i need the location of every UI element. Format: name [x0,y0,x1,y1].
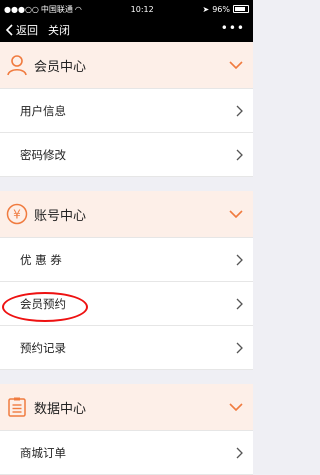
chevron-down-icon [229,210,243,218]
section-header[interactable]: 会员中心 [0,42,253,89]
list-item-password-change[interactable]: 密码修改 [0,133,253,177]
chevron-right-icon [236,342,243,353]
item-label: 用户信息 [20,103,66,118]
chevron-left-icon [6,24,13,36]
item-label: 优 惠 券 [20,252,62,267]
red-circle-annotation [2,292,88,322]
chevron-right-icon [236,298,243,309]
chevron-right-icon [236,254,243,265]
yen-icon: ¥ [6,203,28,225]
section-header[interactable]: ¥ 账号中心 [0,191,253,238]
section-member-center: 会员中心 用户信息 密码修改 [0,42,253,177]
signal-dots: ●●●○○ [4,4,39,14]
section-data-center: 数据中心 商城订单 [0,384,253,475]
status-bar: ●●●○○ 中国联通 ◠ 10:12 ➤ 96% [0,0,253,18]
person-icon [7,55,27,76]
list-item-user-info[interactable]: 用户信息 [0,89,253,133]
close-button[interactable]: 关闭 [48,22,70,38]
chevron-right-icon [236,105,243,116]
battery-label: 96% [212,4,230,14]
back-label: 返回 [16,24,38,37]
section-account-center: ¥ 账号中心 优 惠 券 会员预约 预约记录 [0,191,253,370]
section-title: 账号中心 [34,208,87,224]
section-header[interactable]: 数据中心 [0,384,253,431]
location-icon: ➤ [202,4,210,14]
item-label: 预约记录 [20,340,66,355]
list-icon [8,397,26,417]
list-item-reservation-records[interactable]: 预约记录 [0,326,253,370]
section-divider [0,177,253,191]
section-title: 会员中心 [34,59,87,75]
list-item-member-reservation[interactable]: 会员预约 [0,282,253,326]
list-item-coupons[interactable]: 优 惠 券 [0,238,253,282]
wifi-icon: ◠ [74,4,82,14]
carrier-label: 中国联通 [40,4,73,14]
list-item-mall-orders[interactable]: 商城订单 [0,431,253,475]
chevron-down-icon [229,403,243,411]
chevron-right-icon [236,149,243,160]
chevron-down-icon [229,61,243,69]
navigation-bar: 返回 关闭 ••• [0,18,253,42]
svg-text:¥: ¥ [13,208,21,222]
chevron-right-icon [236,447,243,458]
item-label: 密码修改 [20,147,66,162]
section-divider [0,370,253,384]
more-menu-icon[interactable]: ••• [221,21,245,35]
time-label: 10:12 [130,4,154,14]
section-title: 数据中心 [34,401,87,417]
back-button[interactable]: 返回 [6,22,38,38]
battery-icon [233,5,249,13]
